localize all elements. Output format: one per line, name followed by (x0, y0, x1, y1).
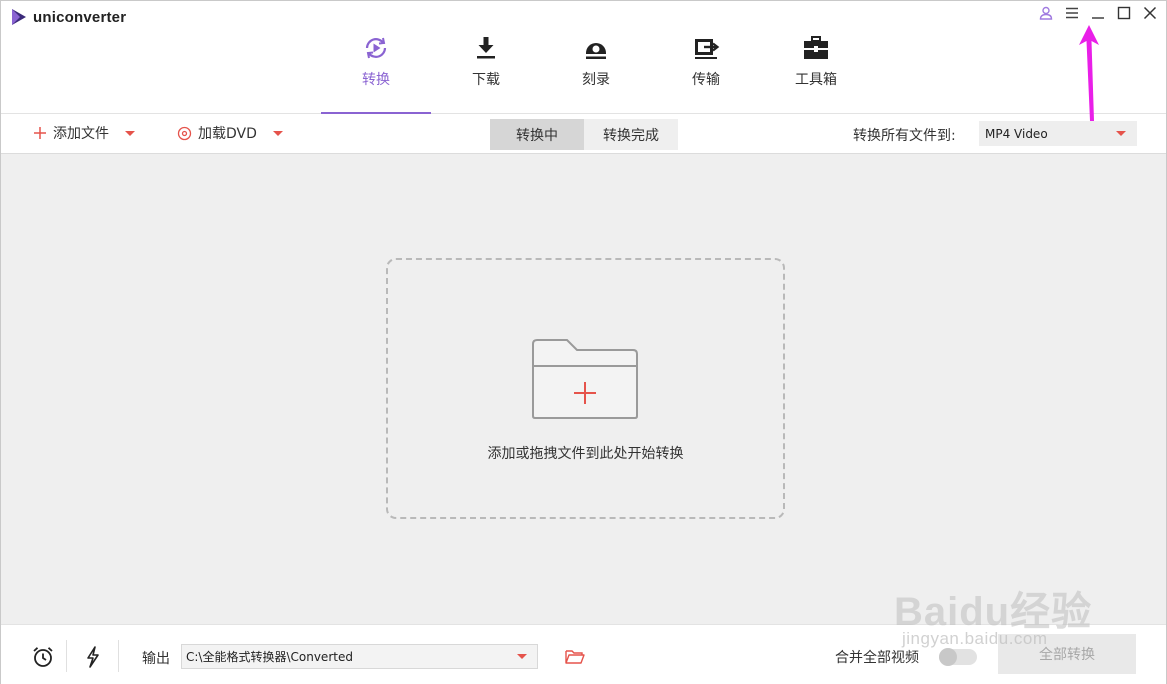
bottom-bar: 输出 C:\全能格式转换器\Converted 合并全部视频 全部转换 (1, 624, 1166, 684)
convert-all-to-label: 转换所有文件到: (853, 128, 956, 144)
chevron-down-icon[interactable] (125, 130, 135, 136)
minimize-icon[interactable] (1090, 5, 1106, 21)
close-icon[interactable] (1142, 5, 1158, 21)
nav-tab-transfer[interactable]: 传输 (651, 29, 761, 114)
load-dvd-label: 加载DVD (198, 126, 257, 142)
annotation-arrow-icon (1079, 25, 1099, 121)
output-format-select[interactable]: MP4 Video (979, 121, 1137, 146)
convert-icon (361, 33, 391, 63)
maximize-icon[interactable] (1116, 5, 1132, 21)
nav-tab-download[interactable]: 下载 (431, 29, 541, 114)
plus-icon (34, 127, 46, 139)
nav-label: 工具箱 (795, 72, 837, 88)
burn-icon (581, 33, 611, 63)
convert-all-button[interactable]: 全部转换 (998, 634, 1136, 674)
nav-tab-convert[interactable]: 转换 (321, 29, 431, 114)
separator (118, 640, 119, 672)
toolbar: 添加文件 加载DVD 转换中 转换完成 转换所有文件到: MP4 Video (1, 114, 1166, 154)
add-files-label: 添加文件 (53, 126, 109, 142)
output-path-select[interactable]: C:\全能格式转换器\Converted (181, 644, 538, 669)
tab-converted[interactable]: 转换完成 (584, 119, 678, 150)
nav-label: 刻录 (582, 72, 610, 88)
file-list-area: 添加或拖拽文件到此处开始转换 (1, 154, 1166, 624)
download-icon (471, 33, 501, 63)
nav-label: 下载 (472, 72, 500, 88)
add-folder-icon (532, 339, 638, 419)
user-account-icon[interactable] (1038, 5, 1054, 21)
logo-icon (12, 9, 26, 25)
toolbox-icon (801, 33, 831, 63)
chevron-down-icon (517, 654, 527, 659)
output-path-value: C:\全能格式转换器\Converted (186, 650, 353, 664)
file-drop-zone[interactable]: 添加或拖拽文件到此处开始转换 (386, 258, 785, 519)
status-tabs: 转换中 转换完成 (490, 119, 678, 150)
title-bar: uniconverter 转换 下载 刻录 传输 工具箱 (1, 1, 1166, 114)
menu-icon[interactable] (1064, 5, 1080, 21)
alarm-clock-icon[interactable] (31, 645, 55, 669)
nav-tab-burn[interactable]: 刻录 (541, 29, 651, 114)
merge-all-videos-label: 合并全部视频 (835, 650, 919, 666)
app-title: uniconverter (33, 8, 127, 26)
load-dvd-button[interactable]: 加载DVD (177, 123, 283, 143)
drop-zone-hint: 添加或拖拽文件到此处开始转换 (487, 446, 684, 462)
main-nav: 转换 下载 刻录 传输 工具箱 (321, 29, 871, 114)
open-folder-icon[interactable] (563, 645, 587, 669)
separator (66, 640, 67, 672)
dvd-icon (177, 126, 192, 140)
chevron-down-icon[interactable] (272, 130, 283, 136)
tab-converting[interactable]: 转换中 (490, 119, 584, 150)
chevron-down-icon (1116, 131, 1126, 136)
window-controls (1038, 5, 1158, 21)
app-logo: uniconverter (11, 8, 126, 26)
transfer-icon (691, 33, 721, 63)
nav-label: 转换 (362, 72, 390, 88)
output-label: 输出 (142, 651, 170, 667)
nav-label: 传输 (692, 72, 720, 88)
high-speed-icon[interactable] (81, 645, 105, 669)
merge-all-videos-toggle[interactable] (939, 648, 977, 666)
nav-tab-toolbox[interactable]: 工具箱 (761, 29, 871, 114)
add-files-button[interactable]: 添加文件 (33, 123, 135, 143)
output-format-value: MP4 Video (985, 126, 1048, 141)
app-window: uniconverter 转换 下载 刻录 传输 工具箱 添加文件 加载DVD … (0, 0, 1167, 684)
toggle-knob (939, 648, 957, 666)
